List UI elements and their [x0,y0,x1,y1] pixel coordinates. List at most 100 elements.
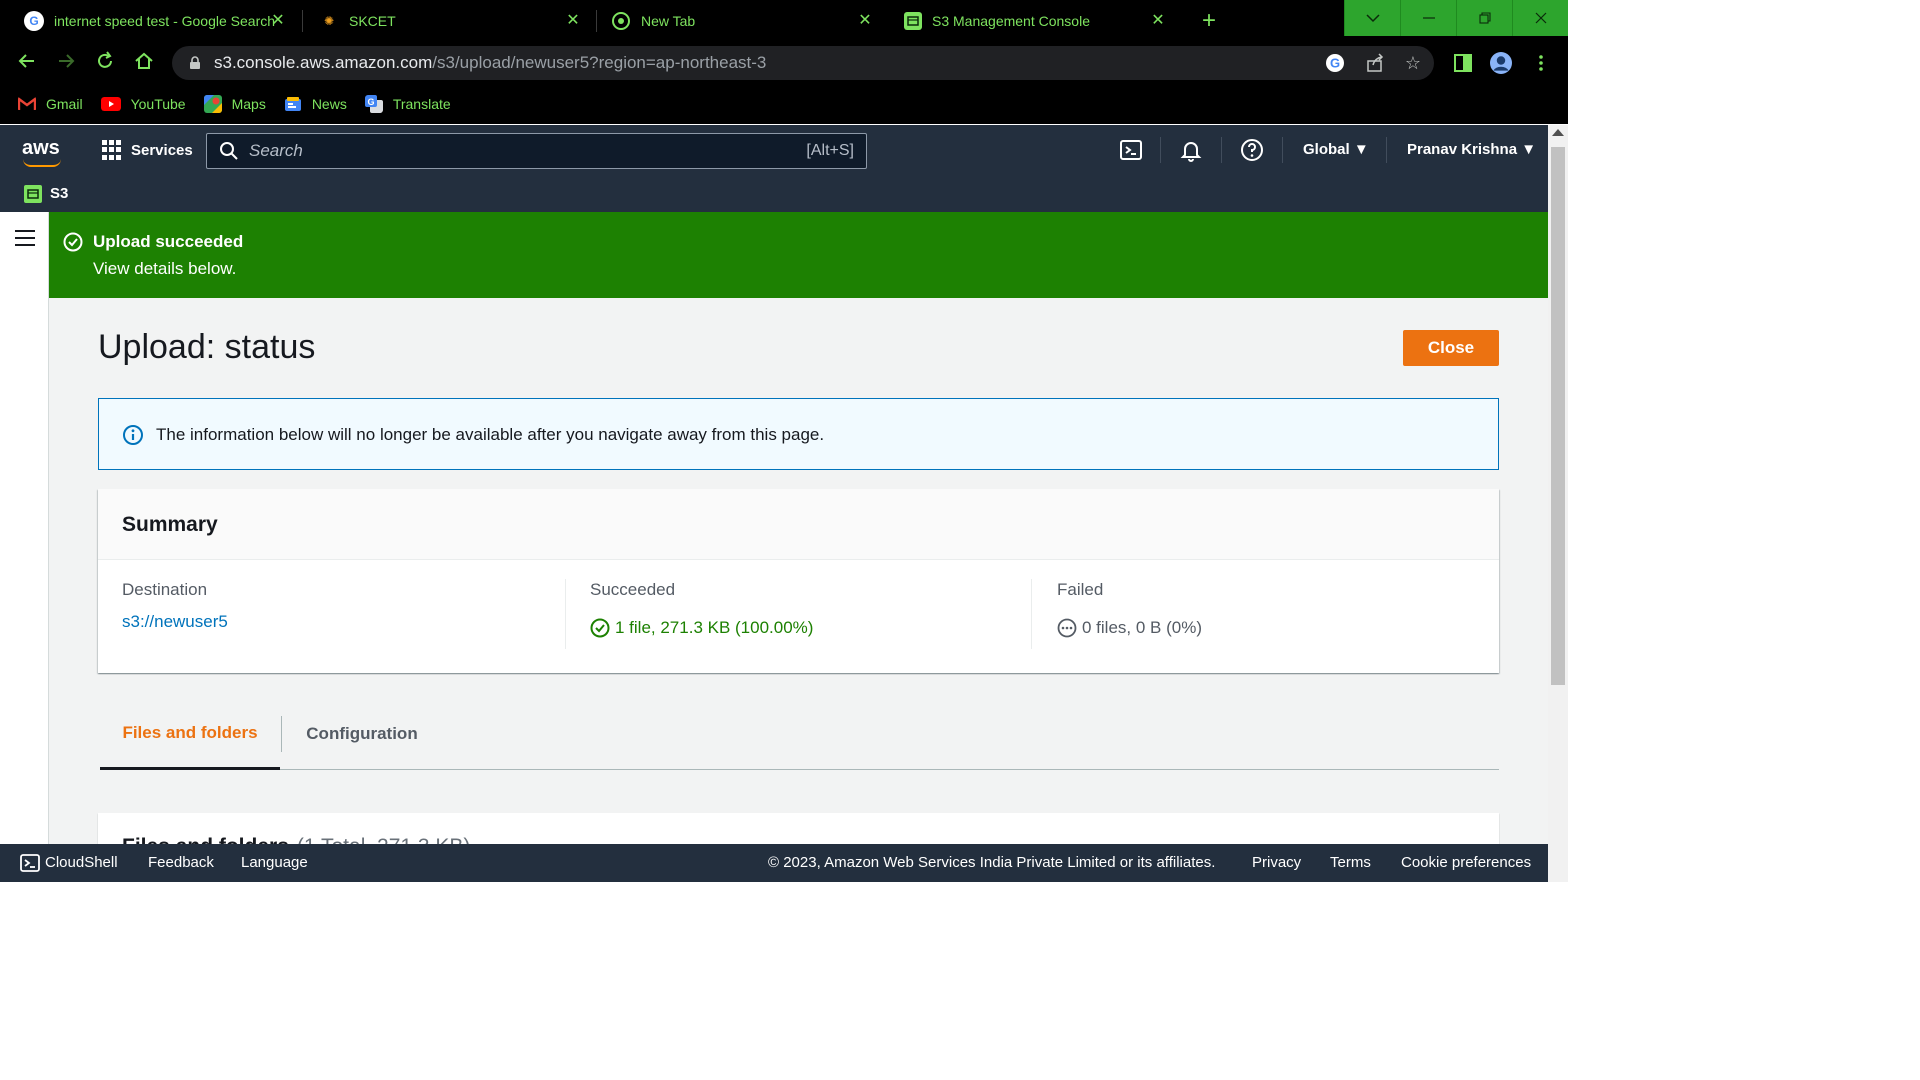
service-bar: S3 [0,175,1548,212]
back-arrow-icon [18,54,34,68]
cloudshell-icon[interactable] [1119,138,1143,162]
side-panel-icon[interactable] [1452,52,1474,74]
account-menu[interactable]: Pranav Krishna ▼ [1407,141,1536,158]
aws-logo[interactable]: aws [22,137,61,167]
close-tab-icon[interactable]: ✕ [563,11,583,31]
profile-avatar-icon[interactable] [1490,52,1512,74]
browser-tab-s3-console[interactable]: S3 Management Console ✕ [880,0,1180,42]
home-button[interactable] [131,51,157,77]
nav-divider [1160,137,1161,163]
feedback-link[interactable]: Feedback [148,854,214,871]
bell-icon[interactable] [1179,138,1203,162]
summary-container: Summary Destination s3://newuser5 Succee… [98,489,1499,673]
info-icon [123,425,143,445]
bookmark-youtube[interactable]: YouTube [100,96,186,112]
bookmark-label: YouTube [130,96,186,112]
url-host: s3.console.aws.amazon.com [214,53,433,72]
language-link[interactable]: Language [241,854,308,871]
close-tab-icon[interactable]: ✕ [268,11,288,31]
caret-down-icon: ▼ [1353,141,1369,158]
flash-title: Upload succeeded [93,232,244,251]
forward-arrow-icon [59,54,75,68]
minimize-icon [1422,17,1435,19]
scroll-up-arrow-icon[interactable] [1552,129,1564,136]
page-scrollbar[interactable] [1548,125,1568,882]
tab-label: Files and folders [122,722,258,742]
column-divider [1031,579,1032,649]
chrome-icon [611,11,631,31]
maps-icon [203,95,222,113]
side-navigation [0,212,49,844]
bookmark-gmail[interactable]: Gmail [18,96,83,112]
browser-tab-google-search[interactable]: G internet speed test - Google Search ✕ [0,0,300,42]
restore-icon [1478,12,1491,24]
success-check-icon [590,618,610,638]
failed-label: Failed [1057,580,1104,599]
services-menu-button[interactable]: Services [102,140,193,160]
close-window-button[interactable] [1512,0,1568,36]
cookie-preferences-link[interactable]: Cookie preferences [1401,854,1531,871]
share-icon[interactable] [1364,52,1386,74]
terms-link[interactable]: Terms [1330,854,1371,871]
youtube-icon [100,97,121,111]
copyright-text: © 2023, Amazon Web Services India Privat… [768,854,1216,871]
restore-button[interactable] [1456,0,1512,36]
bookmark-news[interactable]: News [284,96,347,112]
bookmark-maps[interactable]: Maps [203,95,266,113]
new-tab-button[interactable]: + [1194,7,1224,35]
scrollbar-thumb[interactable] [1551,147,1565,685]
caret-down-icon: ▼ [1521,141,1537,158]
info-alert: The information below will no longer be … [98,398,1499,470]
tab-divider [281,716,282,752]
files-panel-title-text: Files and folders [122,835,289,844]
bookmark-label: Translate [392,96,451,112]
forward-button[interactable] [53,51,79,77]
failed-value-row: 0 files, 0 B (0%) [1057,618,1202,638]
tab-title: S3 Management Console [932,13,1090,29]
reload-button[interactable] [92,51,118,77]
region-selector[interactable]: Global ▼ [1303,141,1369,158]
files-panel-title: Files and folders (1 Total, 271.3 KB) [122,835,470,844]
bookmark-label: Maps [231,96,266,112]
bookmark-translate[interactable]: G Translate [364,95,451,113]
google-icon: G [24,11,44,31]
close-tab-icon[interactable]: ✕ [1148,11,1168,31]
browser-tab-new-tab[interactable]: New Tab ✕ [587,0,887,42]
user-name: Pranav Krishna [1407,141,1518,158]
success-flash-banner: Upload succeeded View details below. [49,212,1548,298]
cloudshell-link[interactable]: CloudShell [45,854,118,871]
privacy-link[interactable]: Privacy [1252,854,1301,871]
console-footer: CloudShell Feedback Language © 2023, Ama… [0,844,1548,882]
close-tab-icon[interactable]: ✕ [855,11,875,31]
address-bar[interactable]: s3.console.aws.amazon.com/s3/upload/newu… [172,46,1434,80]
tab-files-and-folders[interactable]: Files and folders [100,698,280,770]
hamburger-menu-icon[interactable] [15,230,35,246]
minimize-button[interactable] [1400,0,1456,36]
column-divider [565,579,566,649]
browser-tab-strip: G internet speed test - Google Search ✕ … [0,0,1568,42]
tab-title: SKCET [349,13,396,29]
tab-configuration[interactable]: Configuration [286,698,438,770]
lock-icon [190,56,200,69]
succeeded-value-row: 1 file, 271.3 KB (100.00%) [590,618,813,638]
bookmark-star-icon[interactable]: ☆ [1402,52,1424,74]
flash-message: View details below. [93,259,237,278]
gmail-icon [18,96,36,110]
help-icon[interactable] [1240,138,1264,162]
browser-tab-skcet[interactable]: ✺ SKCET ✕ [295,0,595,42]
aws-top-nav: aws Services Search [Alt+S] Global ▼ Pra… [0,125,1548,175]
tab-title: internet speed test - Google Search [54,13,276,29]
destination-link[interactable]: s3://newuser5 [122,612,228,632]
tab-search-button[interactable] [1344,0,1400,36]
kebab-menu-icon[interactable] [1530,52,1552,74]
home-icon [135,52,153,69]
tab-label: Configuration [306,724,418,743]
back-button[interactable] [14,51,40,77]
close-button[interactable]: Close [1403,330,1499,366]
aws-search-input[interactable]: Search [Alt+S] [206,133,867,169]
google-lens-icon[interactable]: G [1324,52,1346,74]
page-title: Upload: status [98,328,316,366]
service-shortcut-s3[interactable]: S3 [50,185,68,202]
search-shortcut-hint: [Alt+S] [806,142,854,159]
nav-divider [1386,137,1387,163]
